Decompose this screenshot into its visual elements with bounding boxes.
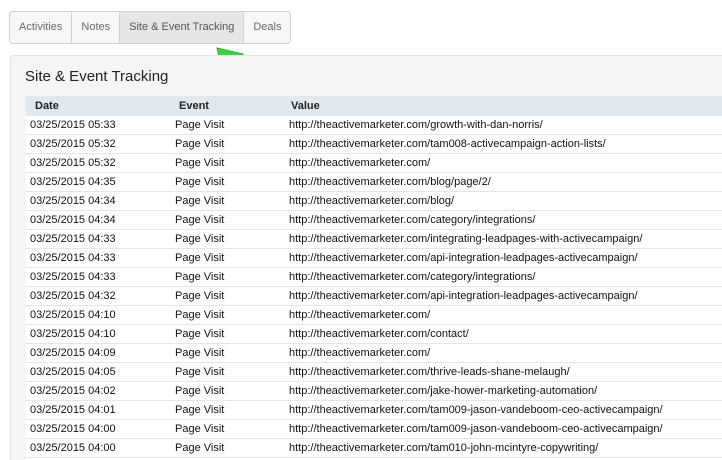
row-date: 03/25/2015 04:34 <box>26 191 175 211</box>
table-header-row: Date Event Value <box>26 96 722 116</box>
table-row: 03/25/2015 05:33 Page Visit http://theacti… <box>26 116 722 135</box>
row-value: http://theactivemarketer.com/api-integra… <box>289 248 722 268</box>
table-row: 03/25/2015 04:34 Page Visit http://theacti… <box>26 191 722 211</box>
column-header-date[interactable]: Date <box>26 96 175 116</box>
row-event: Page Visit <box>175 419 289 439</box>
table-row: 03/25/2015 04:35 Page Visit http://theacti… <box>26 172 722 192</box>
row-value: http://theactivemarketer.com/tam009-jaso… <box>289 419 722 439</box>
row-value: http://theactivemarketer.com/blog/ <box>289 191 722 211</box>
row-date: 03/25/2015 04:33 <box>26 248 175 268</box>
row-event: Page Visit <box>175 343 289 363</box>
row-event: Page Visit <box>175 229 289 249</box>
table-body: 03/25/2015 05:33 Page Visit http://theacti… <box>26 116 722 458</box>
row-value: http://theactivemarketer.com/jake-hower-… <box>289 381 722 401</box>
table-row: 03/25/2015 05:32 Page Visit http://theacti… <box>26 153 722 173</box>
tracking-table: Date Event Value 03/25/2015 05:33 Page Vi… <box>26 96 722 458</box>
row-event: Page Visit <box>175 362 289 382</box>
row-event: Page Visit <box>175 116 289 135</box>
row-date: 03/25/2015 04:32 <box>26 286 175 306</box>
tracking-table-container: Date Event Value 03/25/2015 05:33 Page Vi… <box>26 96 722 460</box>
row-value: http://theactivemarketer.com/contact/ <box>289 324 722 344</box>
row-event: Page Visit <box>175 400 289 420</box>
table-row: 03/25/2015 05:32 Page Visit http://theacti… <box>26 134 722 154</box>
column-header-event[interactable]: Event <box>175 96 289 116</box>
row-event: Page Visit <box>175 286 289 306</box>
panel-title: Site & Event Tracking <box>25 68 169 85</box>
row-date: 03/25/2015 04:01 <box>26 400 175 420</box>
row-event: Page Visit <box>175 134 289 154</box>
table-row: 03/25/2015 04:01 Page Visit http://theacti… <box>26 400 722 420</box>
row-value: http://theactivemarketer.com/blog/page/2… <box>289 172 722 192</box>
row-event: Page Visit <box>175 172 289 192</box>
table-row: 03/25/2015 04:33 Page Visit http://theacti… <box>26 267 722 287</box>
row-date: 03/25/2015 04:33 <box>26 229 175 249</box>
table-row: 03/25/2015 04:02 Page Visit http://theacti… <box>26 381 722 401</box>
tab-notes[interactable]: Notes <box>72 12 121 43</box>
row-date: 03/25/2015 04:33 <box>26 267 175 287</box>
table-row: 03/25/2015 04:32 Page Visit http://theacti… <box>26 286 722 306</box>
tracking-panel: Site & Event Tracking Date Event Value 0… <box>10 55 722 460</box>
row-date: 03/25/2015 05:32 <box>26 153 175 173</box>
row-event: Page Visit <box>175 324 289 344</box>
row-date: 03/25/2015 05:32 <box>26 134 175 154</box>
row-event: Page Visit <box>175 381 289 401</box>
row-value: http://theactivemarketer.com/integrating… <box>289 229 722 249</box>
row-event: Page Visit <box>175 153 289 173</box>
row-value: http://theactivemarketer.com/tam008-acti… <box>289 134 722 154</box>
row-value: http://theactivemarketer.com/tam010-john… <box>289 438 722 458</box>
row-value: http://theactivemarketer.com/category/in… <box>289 210 722 230</box>
row-event: Page Visit <box>175 248 289 268</box>
table-row: 03/25/2015 04:05 Page Visit http://theacti… <box>26 362 722 382</box>
table-row: 03/25/2015 04:34 Page Visit http://theacti… <box>26 210 722 230</box>
row-date: 03/25/2015 04:02 <box>26 381 175 401</box>
tab-site-event-tracking[interactable]: Site & Event Tracking <box>120 12 245 43</box>
tab-deals[interactable]: Deals <box>244 12 290 43</box>
row-date: 03/25/2015 04:00 <box>26 419 175 439</box>
row-date: 03/25/2015 04:00 <box>26 438 175 458</box>
row-value: http://theactivemarketer.com/ <box>289 343 722 363</box>
row-event: Page Visit <box>175 267 289 287</box>
table-row: 03/25/2015 04:00 Page Visit http://theacti… <box>26 438 722 458</box>
table-row: 03/25/2015 04:00 Page Visit http://theacti… <box>26 419 722 439</box>
row-date: 03/25/2015 04:05 <box>26 362 175 382</box>
tab-bar: Activities Notes Site & Event Tracking D… <box>9 11 292 44</box>
row-date: 03/25/2015 04:10 <box>26 305 175 325</box>
table-row: 03/25/2015 04:33 Page Visit http://theacti… <box>26 229 722 249</box>
row-value: http://theactivemarketer.com/growth-with… <box>289 116 722 135</box>
row-value: http://theactivemarketer.com/api-integra… <box>289 286 722 306</box>
row-date: 03/25/2015 04:35 <box>26 172 175 192</box>
column-header-value[interactable]: Value <box>289 96 722 116</box>
row-value: http://theactivemarketer.com/category/in… <box>289 267 722 287</box>
row-date: 03/25/2015 05:33 <box>26 116 175 135</box>
row-event: Page Visit <box>175 305 289 325</box>
table-row: 03/25/2015 04:33 Page Visit http://theacti… <box>26 248 722 268</box>
table-row: 03/25/2015 04:09 Page Visit http://theacti… <box>26 343 722 363</box>
row-date: 03/25/2015 04:10 <box>26 324 175 344</box>
row-value: http://theactivemarketer.com/thrive-lead… <box>289 362 722 382</box>
row-event: Page Visit <box>175 210 289 230</box>
table-row: 03/25/2015 04:10 Page Visit http://theacti… <box>26 305 722 325</box>
row-date: 03/25/2015 04:34 <box>26 210 175 230</box>
row-value: http://theactivemarketer.com/ <box>289 153 722 173</box>
row-event: Page Visit <box>175 191 289 211</box>
row-event: Page Visit <box>175 438 289 458</box>
table-row: 03/25/2015 04:10 Page Visit http://theacti… <box>26 324 722 344</box>
row-value: http://theactivemarketer.com/tam009-jaso… <box>289 400 722 420</box>
row-date: 03/25/2015 04:09 <box>26 343 175 363</box>
row-value: http://theactivemarketer.com/ <box>289 305 722 325</box>
tab-activities[interactable]: Activities <box>10 12 73 43</box>
